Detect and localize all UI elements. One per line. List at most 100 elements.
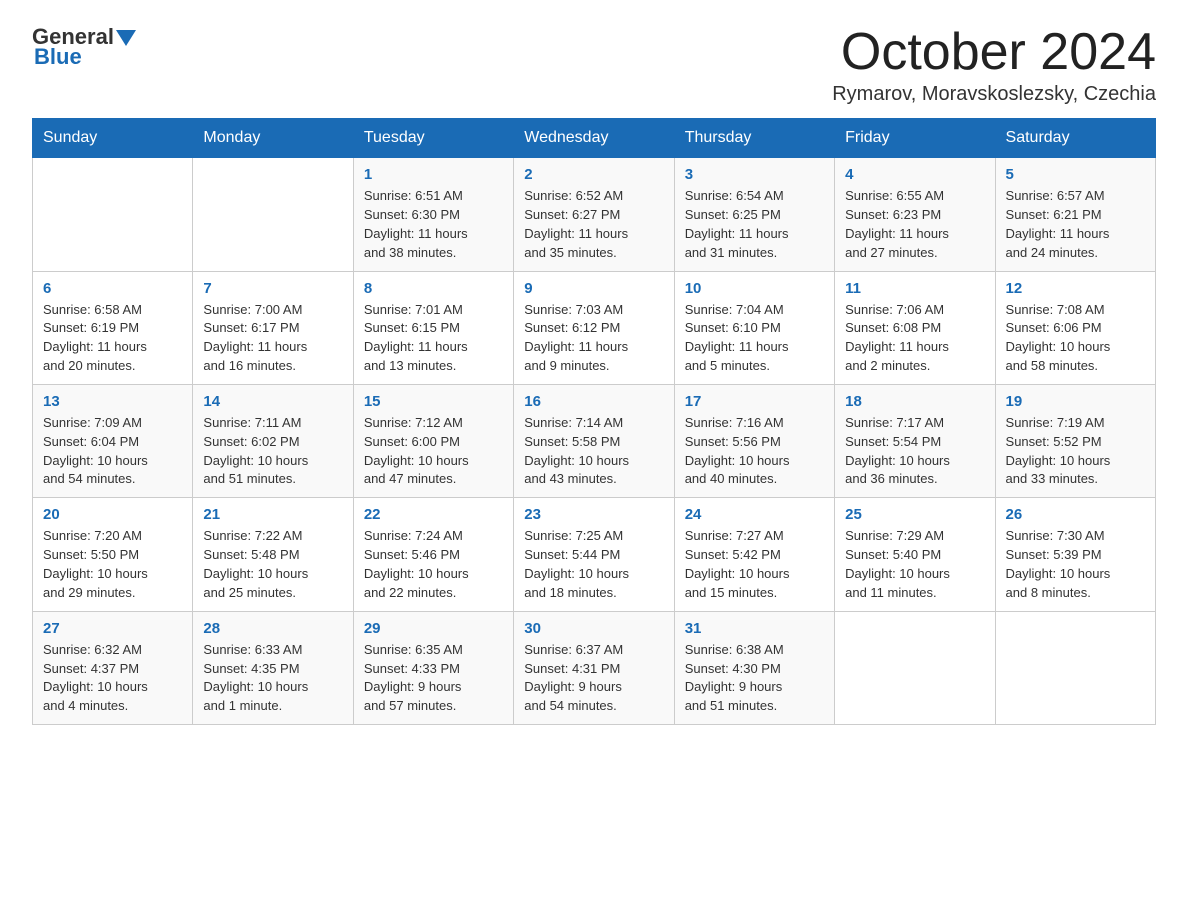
- logo-blue-text: Blue: [34, 44, 82, 70]
- calendar-cell: 15 Sunrise: 7:12 AM Sunset: 6:00 PM Dayli…: [353, 384, 513, 497]
- column-header-friday: Friday: [835, 119, 995, 158]
- calendar-cell: 9Sunrise: 7:03 AM Sunset: 6:12 PM Daylig…: [514, 271, 674, 384]
- calendar-cell: 8 Sunrise: 7:01 AM Sunset: 6:15 PM Daylig…: [353, 271, 513, 384]
- day-info: Sunrise: 7:08 AM Sunset: 6:06 PM Dayligh…: [1006, 301, 1145, 376]
- day-info: Sunrise: 7:19 AM Sunset: 5:52 PM Dayligh…: [1006, 414, 1145, 489]
- day-info: Sunrise: 7:09 AM Sunset: 6:04 PM Dayligh…: [43, 414, 182, 489]
- column-header-wednesday: Wednesday: [514, 119, 674, 158]
- calendar-week-row: 27Sunrise: 6:32 AM Sunset: 4:37 PM Dayli…: [33, 611, 1156, 724]
- day-info: Sunrise: 6:37 AM Sunset: 4:31 PM Dayligh…: [524, 641, 663, 716]
- day-number: 14: [203, 393, 342, 410]
- calendar-cell: 20Sunrise: 7:20 AM Sunset: 5:50 PM Dayli…: [33, 498, 193, 611]
- calendar-table: SundayMondayTuesdayWednesdayThursdayFrid…: [32, 118, 1156, 725]
- day-info: Sunrise: 6:54 AM Sunset: 6:25 PM Dayligh…: [685, 187, 824, 262]
- calendar-cell: [33, 158, 193, 271]
- day-info: Sunrise: 7:24 AM Sunset: 5:46 PM Dayligh…: [364, 527, 503, 602]
- day-number: 1: [364, 166, 503, 183]
- day-number: 28: [203, 620, 342, 637]
- calendar-cell: 19 Sunrise: 7:19 AM Sunset: 5:52 PM Dayli…: [995, 384, 1155, 497]
- day-number: 25: [845, 506, 984, 523]
- day-info: Sunrise: 7:06 AM Sunset: 6:08 PM Dayligh…: [845, 301, 984, 376]
- day-info: Sunrise: 6:51 AM Sunset: 6:30 PM Dayligh…: [364, 187, 503, 262]
- day-info: Sunrise: 7:14 AM Sunset: 5:58 PM Dayligh…: [524, 414, 663, 489]
- calendar-cell: [193, 158, 353, 271]
- calendar-header-row: SundayMondayTuesdayWednesdayThursdayFrid…: [33, 119, 1156, 158]
- calendar-cell: 17Sunrise: 7:16 AM Sunset: 5:56 PM Dayli…: [674, 384, 834, 497]
- day-info: Sunrise: 7:01 AM Sunset: 6:15 PM Dayligh…: [364, 301, 503, 376]
- column-header-saturday: Saturday: [995, 119, 1155, 158]
- calendar-cell: 25 Sunrise: 7:29 AM Sunset: 5:40 PM Dayli…: [835, 498, 995, 611]
- day-number: 19: [1006, 393, 1145, 410]
- day-info: Sunrise: 7:29 AM Sunset: 5:40 PM Dayligh…: [845, 527, 984, 602]
- day-info: Sunrise: 7:16 AM Sunset: 5:56 PM Dayligh…: [685, 414, 824, 489]
- day-number: 21: [203, 506, 342, 523]
- day-number: 5: [1006, 166, 1145, 183]
- calendar-cell: 12 Sunrise: 7:08 AM Sunset: 6:06 PM Dayli…: [995, 271, 1155, 384]
- title-section: October 2024 Rymarov, Moravskoslezsky, C…: [832, 24, 1156, 106]
- calendar-cell: 30 Sunrise: 6:37 AM Sunset: 4:31 PM Dayli…: [514, 611, 674, 724]
- calendar-cell: 13 Sunrise: 7:09 AM Sunset: 6:04 PM Dayli…: [33, 384, 193, 497]
- calendar-week-row: 13 Sunrise: 7:09 AM Sunset: 6:04 PM Dayli…: [33, 384, 1156, 497]
- day-info: Sunrise: 7:00 AM Sunset: 6:17 PM Dayligh…: [203, 301, 342, 376]
- page-header: General Blue October 2024 Rymarov, Morav…: [32, 24, 1156, 106]
- calendar-cell: 7Sunrise: 7:00 AM Sunset: 6:17 PM Daylig…: [193, 271, 353, 384]
- calendar-cell: 22 Sunrise: 7:24 AM Sunset: 5:46 PM Dayli…: [353, 498, 513, 611]
- calendar-cell: 14 Sunrise: 7:11 AM Sunset: 6:02 PM Dayli…: [193, 384, 353, 497]
- day-info: Sunrise: 7:20 AM Sunset: 5:50 PM Dayligh…: [43, 527, 182, 602]
- day-number: 22: [364, 506, 503, 523]
- calendar-cell: 6Sunrise: 6:58 AM Sunset: 6:19 PM Daylig…: [33, 271, 193, 384]
- calendar-cell: 16 Sunrise: 7:14 AM Sunset: 5:58 PM Dayli…: [514, 384, 674, 497]
- day-info: Sunrise: 7:22 AM Sunset: 5:48 PM Dayligh…: [203, 527, 342, 602]
- calendar-cell: 3Sunrise: 6:54 AM Sunset: 6:25 PM Daylig…: [674, 158, 834, 271]
- day-info: Sunrise: 6:38 AM Sunset: 4:30 PM Dayligh…: [685, 641, 824, 716]
- day-number: 12: [1006, 280, 1145, 297]
- column-header-tuesday: Tuesday: [353, 119, 513, 158]
- calendar-week-row: 20Sunrise: 7:20 AM Sunset: 5:50 PM Dayli…: [33, 498, 1156, 611]
- day-info: Sunrise: 6:32 AM Sunset: 4:37 PM Dayligh…: [43, 641, 182, 716]
- day-number: 29: [364, 620, 503, 637]
- location-title: Rymarov, Moravskoslezsky, Czechia: [832, 83, 1156, 106]
- calendar-cell: 11 Sunrise: 7:06 AM Sunset: 6:08 PM Dayli…: [835, 271, 995, 384]
- day-number: 23: [524, 506, 663, 523]
- day-info: Sunrise: 7:04 AM Sunset: 6:10 PM Dayligh…: [685, 301, 824, 376]
- calendar-cell: [835, 611, 995, 724]
- calendar-week-row: 6Sunrise: 6:58 AM Sunset: 6:19 PM Daylig…: [33, 271, 1156, 384]
- day-number: 10: [685, 280, 824, 297]
- column-header-sunday: Sunday: [33, 119, 193, 158]
- day-number: 26: [1006, 506, 1145, 523]
- calendar-cell: 26 Sunrise: 7:30 AM Sunset: 5:39 PM Dayli…: [995, 498, 1155, 611]
- calendar-cell: 27Sunrise: 6:32 AM Sunset: 4:37 PM Dayli…: [33, 611, 193, 724]
- day-info: Sunrise: 7:25 AM Sunset: 5:44 PM Dayligh…: [524, 527, 663, 602]
- logo: General Blue: [32, 24, 136, 70]
- day-number: 15: [364, 393, 503, 410]
- day-number: 18: [845, 393, 984, 410]
- day-info: Sunrise: 7:12 AM Sunset: 6:00 PM Dayligh…: [364, 414, 503, 489]
- day-number: 24: [685, 506, 824, 523]
- day-number: 8: [364, 280, 503, 297]
- month-title: October 2024: [832, 24, 1156, 81]
- column-header-monday: Monday: [193, 119, 353, 158]
- day-info: Sunrise: 7:11 AM Sunset: 6:02 PM Dayligh…: [203, 414, 342, 489]
- day-number: 6: [43, 280, 182, 297]
- logo-triangle-icon: [116, 28, 136, 48]
- day-number: 9: [524, 280, 663, 297]
- day-number: 4: [845, 166, 984, 183]
- day-info: Sunrise: 6:57 AM Sunset: 6:21 PM Dayligh…: [1006, 187, 1145, 262]
- calendar-cell: [995, 611, 1155, 724]
- calendar-cell: 2Sunrise: 6:52 AM Sunset: 6:27 PM Daylig…: [514, 158, 674, 271]
- calendar-cell: 18Sunrise: 7:17 AM Sunset: 5:54 PM Dayli…: [835, 384, 995, 497]
- day-number: 30: [524, 620, 663, 637]
- day-number: 11: [845, 280, 984, 297]
- calendar-cell: 31 Sunrise: 6:38 AM Sunset: 4:30 PM Dayli…: [674, 611, 834, 724]
- day-number: 31: [685, 620, 824, 637]
- day-info: Sunrise: 6:33 AM Sunset: 4:35 PM Dayligh…: [203, 641, 342, 716]
- calendar-cell: 23 Sunrise: 7:25 AM Sunset: 5:44 PM Dayli…: [514, 498, 674, 611]
- calendar-cell: 29 Sunrise: 6:35 AM Sunset: 4:33 PM Dayli…: [353, 611, 513, 724]
- column-header-thursday: Thursday: [674, 119, 834, 158]
- day-info: Sunrise: 7:27 AM Sunset: 5:42 PM Dayligh…: [685, 527, 824, 602]
- calendar-cell: 28 Sunrise: 6:33 AM Sunset: 4:35 PM Dayli…: [193, 611, 353, 724]
- day-info: Sunrise: 7:30 AM Sunset: 5:39 PM Dayligh…: [1006, 527, 1145, 602]
- day-info: Sunrise: 6:35 AM Sunset: 4:33 PM Dayligh…: [364, 641, 503, 716]
- day-number: 13: [43, 393, 182, 410]
- day-number: 16: [524, 393, 663, 410]
